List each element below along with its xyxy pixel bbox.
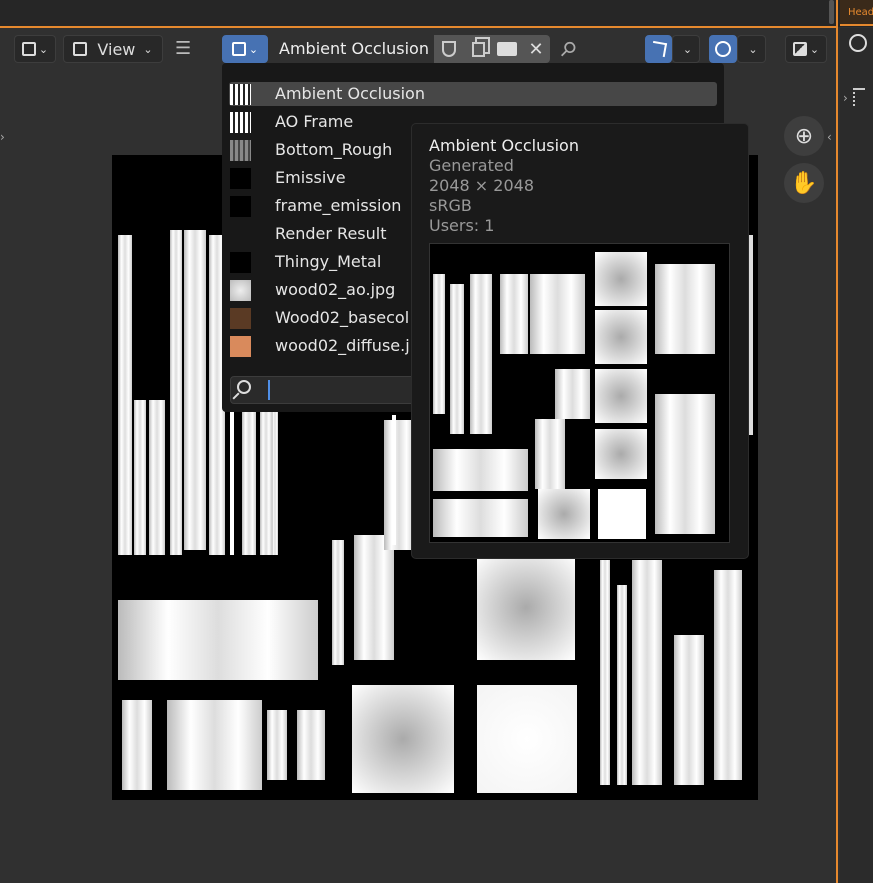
open-image-button[interactable] <box>492 35 522 63</box>
chevron-down-icon: ⌄ <box>809 42 820 56</box>
menu-item-image[interactable]: Ambient Occlusion <box>229 82 717 106</box>
right-editor-panel: › <box>840 28 873 883</box>
duplicate-icon <box>471 41 485 57</box>
menu-item-label: Emissive <box>275 168 346 187</box>
tooltip-colorspace: sRGB <box>429 196 472 215</box>
wood-diffuse-thumb <box>230 336 251 357</box>
chevron-down-icon: ⌄ <box>748 42 758 56</box>
zoom-in-icon: ⊕ <box>794 123 814 149</box>
sidebar-expand-icon[interactable]: ‹ <box>827 130 832 144</box>
overlay-toggle[interactable] <box>709 35 737 63</box>
text-caret <box>268 380 270 400</box>
black-thumb <box>230 168 251 189</box>
uv-sync-toggle[interactable] <box>645 35 672 63</box>
top-scrollbar[interactable] <box>829 0 834 24</box>
editor-type-icon <box>21 42 36 56</box>
display-channels-button[interactable]: ⌄ <box>785 35 827 63</box>
top-area-strip <box>0 0 873 27</box>
menu-item-label: Ambient Occlusion <box>275 84 425 103</box>
menu-item-label: Wood02_basecol <box>275 308 410 327</box>
view-menu-label: View <box>97 39 136 59</box>
menu-item-label: Render Result <box>275 224 387 243</box>
fake-user-shield-icon <box>442 41 456 57</box>
menu-item-label: Thingy_Metal <box>275 252 382 271</box>
image-name-text: Ambient Occlusion <box>279 39 429 58</box>
tooltip-size: 2048 × 2048 <box>429 176 535 195</box>
zoom-button[interactable]: ⊕ <box>784 116 824 156</box>
hamburger-icon[interactable]: ☰ <box>175 38 191 59</box>
close-icon: ✕ <box>528 38 544 60</box>
frame-icon[interactable] <box>853 88 865 106</box>
image-name-field[interactable]: Ambient Occlusion <box>268 35 434 63</box>
new-image-button[interactable] <box>464 35 492 63</box>
expand-arrow-icon[interactable]: › <box>843 91 848 105</box>
chevron-down-icon: ⌄ <box>143 42 153 56</box>
image-browse-button[interactable]: ⌄ <box>222 35 268 63</box>
unlink-image-button[interactable]: ✕ <box>522 35 550 63</box>
display-channels-icon <box>792 42 807 56</box>
pan-hand-icon: ✋ <box>790 170 818 196</box>
fake-user-button[interactable] <box>434 35 464 63</box>
overlay-dropdown[interactable]: ⌄ <box>737 35 766 63</box>
ao-thumb <box>230 112 251 133</box>
toolbar-expand-icon[interactable]: › <box>0 130 5 144</box>
wood-ao-thumb <box>230 280 251 301</box>
chevron-down-icon: ⌄ <box>682 42 693 56</box>
area-border-right <box>836 0 838 883</box>
tooltip-image-preview <box>429 243 730 543</box>
uv-sync-dropdown[interactable]: ⌄ <box>672 35 700 63</box>
header-tab[interactable]: Head <box>840 0 873 26</box>
pan-button[interactable]: ✋ <box>784 163 824 203</box>
search-icon <box>237 380 251 394</box>
menu-item-label: wood02_diffuse.jp <box>275 336 420 355</box>
image-browse-icon <box>231 42 246 56</box>
tooltip-source: Generated <box>429 156 514 175</box>
black-thumb <box>230 252 251 273</box>
tooltip-users: Users: 1 <box>429 216 495 235</box>
tooltip-title: Ambient Occlusion <box>429 136 579 155</box>
chevron-down-icon: ⌄ <box>38 42 49 56</box>
header-tab-label: Head <box>848 7 873 18</box>
rough-thumb <box>230 140 251 161</box>
wood-base-thumb <box>230 308 251 329</box>
menu-item-label: Bottom_Rough <box>275 140 393 159</box>
chevron-down-icon: ⌄ <box>248 42 259 56</box>
menu-item-label: wood02_ao.jpg <box>275 280 396 299</box>
ao-thumb <box>230 84 251 105</box>
uv-sync-icon <box>650 40 667 58</box>
open-folder-icon <box>497 42 517 56</box>
image-icon <box>73 42 88 56</box>
overlay-icon <box>715 41 731 57</box>
black-thumb <box>230 196 251 217</box>
view-menu-button[interactable]: View ⌄ <box>63 35 163 63</box>
preferences-icon[interactable] <box>849 34 867 52</box>
menu-item-label: frame_emission <box>275 196 402 215</box>
menu-item-label: AO Frame <box>275 112 354 131</box>
editor-type-button[interactable]: ⌄ <box>14 35 56 63</box>
